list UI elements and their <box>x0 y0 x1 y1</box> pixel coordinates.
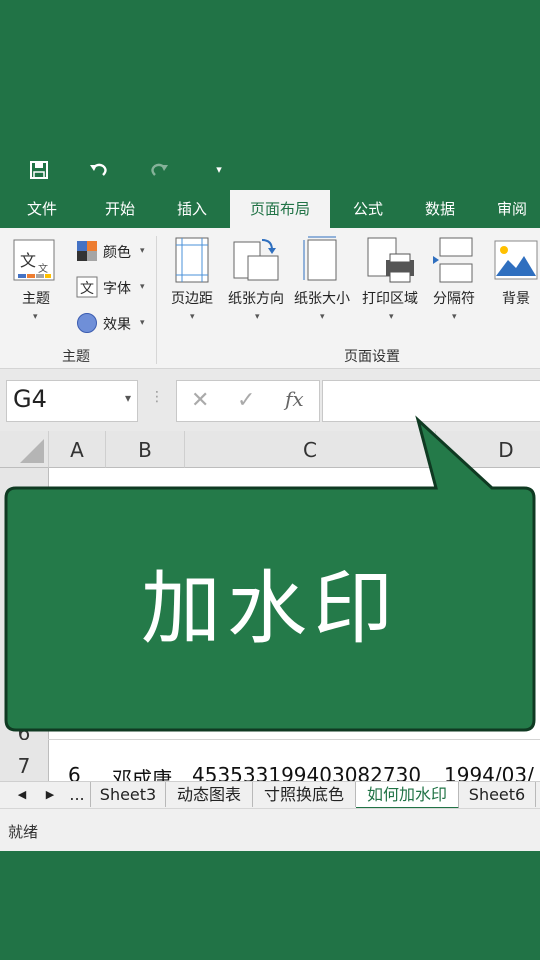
themes-icon[interactable]: 文文 <box>12 238 56 282</box>
undo-icon[interactable] <box>84 156 114 184</box>
effects-icon[interactable] <box>76 312 98 334</box>
formula-bar: G4 ▾ ⋮ ✕ ✓ fx <box>0 369 540 431</box>
status-bar: 就绪 <box>0 808 540 851</box>
themes-dropdown-arrow[interactable]: ▾ <box>33 312 38 322</box>
scroll-right-icon[interactable]: ▶ <box>38 782 62 807</box>
page-setup-group-label: 页面设置 <box>344 349 400 365</box>
save-icon[interactable] <box>24 156 54 184</box>
cell-c7[interactable]: 453533199403082730 <box>192 763 421 781</box>
print-area-dropdown-arrow[interactable]: ▾ <box>389 312 394 322</box>
more-options-icon: ⋮ <box>150 389 164 405</box>
orientation-icon[interactable] <box>232 236 280 284</box>
svg-text:文: 文 <box>80 281 94 297</box>
column-header-b[interactable]: B <box>106 431 185 468</box>
column-header-c[interactable]: C <box>185 431 436 468</box>
margins-icon[interactable] <box>174 236 212 284</box>
margins-dropdown-arrow[interactable]: ▾ <box>190 312 195 322</box>
cell-d7[interactable]: 1994/03/ <box>444 763 534 781</box>
background-icon[interactable] <box>494 240 538 280</box>
fonts-dropdown-arrow[interactable]: ▾ <box>140 282 145 292</box>
tab-review[interactable]: 审阅 <box>484 190 540 228</box>
scroll-left-icon[interactable]: ◀ <box>10 782 34 807</box>
tab-data[interactable]: 数据 <box>412 190 468 228</box>
orientation-dropdown-arrow[interactable]: ▾ <box>255 312 260 322</box>
themes-button-label[interactable]: 主题 <box>14 288 58 308</box>
breaks-icon[interactable] <box>432 236 476 284</box>
ribbon-page-layout: 文文 主题 ▾ 颜色 ▾ 文 字体 ▾ 效果 ▾ 主题 页边距 ▾ 纸张方向 ▾… <box>0 228 540 369</box>
cancel-icon[interactable]: ✕ <box>191 388 209 413</box>
print-area-button-label[interactable]: 打印区域 <box>358 288 422 308</box>
sheet-tab-sheet6[interactable]: Sheet6 <box>459 782 536 807</box>
svg-text:文: 文 <box>38 262 48 275</box>
colors-button-label[interactable]: 颜色 <box>103 242 131 262</box>
svg-text:文: 文 <box>20 251 36 270</box>
quick-access-toolbar: ▾ <box>0 150 540 190</box>
tab-formulas[interactable]: 公式 <box>340 190 396 228</box>
row-gridline <box>48 739 540 740</box>
select-all-corner[interactable] <box>0 431 49 468</box>
name-box[interactable]: G4 ▾ <box>6 380 138 422</box>
row-header-7[interactable]: 7 <box>0 740 49 781</box>
sheet-tab-photo-background[interactable]: 寸照换底色 <box>253 782 356 807</box>
formula-input[interactable] <box>322 380 540 422</box>
customize-dropdown-icon[interactable]: ▾ <box>204 156 234 184</box>
colors-icon[interactable] <box>76 240 98 262</box>
insert-function-icon[interactable]: fx <box>285 387 304 411</box>
cell-b7[interactable]: 邓成康 <box>112 763 172 781</box>
name-box-value: G4 <box>13 385 47 413</box>
fonts-icon[interactable]: 文 <box>76 276 98 298</box>
fonts-button-label[interactable]: 字体 <box>103 278 131 298</box>
group-separator <box>156 236 157 364</box>
tab-file[interactable]: 文件 <box>14 190 70 228</box>
name-box-dropdown-icon[interactable]: ▾ <box>125 391 131 405</box>
sheet-tab-bar: ◀ ▶ ... Sheet3 动态图表 寸照换底色 如何加水印 Sheet6 <box>0 781 540 809</box>
ribbon-tabs: 文件 开始 插入 页面布局 公式 数据 审阅 <box>0 190 540 228</box>
breaks-dropdown-arrow[interactable]: ▾ <box>452 312 457 322</box>
size-dropdown-arrow[interactable]: ▾ <box>320 312 325 322</box>
formula-controls: ✕ ✓ fx <box>176 380 320 422</box>
margins-button-label[interactable]: 页边距 <box>166 288 218 308</box>
effects-dropdown-arrow[interactable]: ▾ <box>140 318 145 328</box>
enter-icon[interactable]: ✓ <box>237 388 255 413</box>
background-button-label[interactable]: 背景 <box>496 288 536 308</box>
theme-group-label: 主题 <box>62 349 90 365</box>
print-area-icon[interactable] <box>366 236 416 284</box>
tab-insert[interactable]: 插入 <box>164 190 220 228</box>
size-button-label[interactable]: 纸张大小 <box>292 288 352 308</box>
tab-page-layout[interactable]: 页面布局 <box>230 190 330 228</box>
callout-text: 加水印 <box>141 562 399 655</box>
cell-a7[interactable]: 6 <box>68 763 81 781</box>
sheet-tab-sheet3[interactable]: Sheet3 <box>91 782 166 807</box>
effects-button-label[interactable]: 效果 <box>103 314 131 334</box>
sheet-tab-dynamic-chart[interactable]: 动态图表 <box>166 782 253 807</box>
column-header-a[interactable]: A <box>49 431 106 468</box>
sheet-tab-watermark[interactable]: 如何加水印 <box>356 782 459 809</box>
orientation-button-label[interactable]: 纸张方向 <box>226 288 286 308</box>
redo-icon[interactable] <box>144 156 174 184</box>
status-text: 就绪 <box>8 823 39 841</box>
colors-dropdown-arrow[interactable]: ▾ <box>140 246 145 256</box>
tab-home[interactable]: 开始 <box>92 190 148 228</box>
more-sheets-button[interactable]: ... <box>64 782 91 807</box>
size-icon[interactable] <box>300 236 344 284</box>
breaks-button-label[interactable]: 分隔符 <box>428 288 480 308</box>
